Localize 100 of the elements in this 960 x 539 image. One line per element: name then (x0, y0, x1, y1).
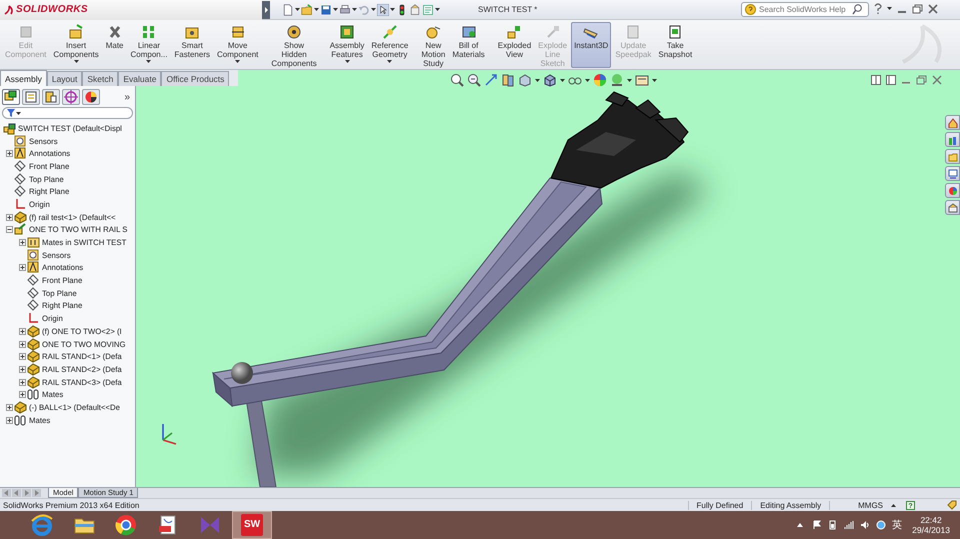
filter-field[interactable] (2, 107, 133, 119)
folder-icon (948, 152, 958, 162)
zoom-area-icon[interactable] (467, 73, 481, 87)
split-view-icon[interactable] (871, 75, 881, 85)
ribbon-button[interactable]: Linear Compon... (128, 22, 170, 68)
search-icon[interactable] (852, 4, 862, 15)
restore-icon[interactable] (916, 75, 927, 85)
open-folder-icon[interactable] (301, 4, 313, 16)
command-tab[interactable]: Evaluate (118, 71, 162, 86)
expand-icon[interactable] (19, 353, 26, 360)
ribbon-button[interactable]: Move Component (214, 22, 262, 68)
caret-icon[interactable] (390, 8, 395, 11)
expand-icon[interactable] (19, 340, 26, 348)
caret-icon[interactable] (387, 60, 392, 63)
expand-panel-button[interactable]: » (122, 92, 132, 102)
clock-time[interactable]: 22:42 (920, 515, 942, 525)
status-text: Editing Assembly (751, 500, 830, 510)
expand-icon[interactable] (19, 391, 26, 398)
caret-icon[interactable] (627, 78, 632, 82)
caret-icon[interactable] (887, 7, 892, 10)
caret-icon[interactable] (333, 8, 338, 11)
caret-icon[interactable] (74, 60, 79, 63)
command-tab[interactable]: Office Products (161, 71, 230, 86)
expand-icon[interactable] (6, 214, 13, 221)
expand-icon[interactable] (19, 378, 26, 386)
signal-icon[interactable] (844, 520, 854, 530)
document-title: SWITCH TEST * (478, 5, 538, 14)
expand-icon[interactable] (6, 416, 13, 424)
select-arrow-icon[interactable] (377, 4, 389, 16)
tool-icon (286, 24, 302, 40)
save-icon[interactable] (320, 4, 332, 16)
zoom-to-fit-icon[interactable] (450, 73, 464, 87)
close-icon[interactable] (928, 4, 938, 14)
ribbon-button[interactable]: Mate (102, 22, 127, 68)
restore-icon[interactable] (912, 4, 923, 14)
section-view-icon[interactable] (501, 73, 515, 87)
caret-icon[interactable] (652, 78, 657, 82)
ribbon-button[interactable]: Show Hidden Components (268, 22, 320, 68)
help-icon[interactable] (874, 3, 882, 14)
units-selector[interactable]: MMGS (829, 500, 891, 510)
tool-icon (506, 24, 522, 40)
task-pane-tab[interactable] (945, 115, 960, 130)
taskbar-app[interactable]: SW (232, 511, 272, 539)
ribbon-button[interactable]: New Motion Study (418, 22, 448, 68)
part-icon (27, 324, 40, 338)
caret-icon[interactable] (435, 8, 440, 11)
display-style-icon[interactable] (543, 73, 557, 87)
ribbon-button[interactable]: Bill of Materials (449, 22, 488, 68)
part-icon (14, 210, 27, 224)
caret-icon[interactable] (371, 8, 376, 11)
caret-icon[interactable] (146, 60, 152, 63)
expand-icon[interactable] (19, 328, 26, 335)
paperclip-icon (27, 388, 40, 402)
part-icon (14, 400, 27, 414)
expand-icon[interactable] (19, 264, 26, 272)
part-icon (27, 338, 40, 351)
expand-icon[interactable] (6, 404, 13, 411)
task-pane-tab[interactable] (945, 183, 960, 198)
task-pane-tab[interactable] (945, 200, 960, 215)
split-view-icon[interactable] (886, 75, 896, 85)
clock-date[interactable]: 29/4/2013 (912, 525, 950, 535)
caret-icon[interactable] (535, 78, 540, 82)
caret-icon[interactable] (16, 112, 21, 114)
ribbon-button[interactable]: Take Snapshot (655, 22, 696, 68)
input-method-indicator[interactable]: 英 (892, 518, 902, 532)
view-orientation-icon[interactable] (518, 73, 532, 87)
caret-icon[interactable] (560, 78, 565, 82)
flag-icon[interactable] (812, 520, 822, 530)
expand-icon[interactable] (19, 366, 26, 373)
ribbon-button[interactable]: Smart Fasteners (171, 22, 213, 68)
caret-icon[interactable] (295, 8, 300, 11)
collapse-icon[interactable] (6, 226, 13, 234)
command-tab[interactable]: Layout (46, 71, 82, 86)
caret-icon[interactable] (891, 504, 896, 506)
ribbon-button[interactable]: Insert Components (50, 22, 102, 68)
caret-icon[interactable] (235, 60, 240, 63)
command-tab[interactable]: Assembly (0, 70, 47, 86)
command-tab[interactable]: Sketch (82, 71, 118, 86)
caret-icon[interactable] (585, 78, 590, 82)
task-pane-tab[interactable] (945, 166, 960, 181)
ribbon-button[interactable]: Reference Geometry (368, 22, 412, 68)
ribbon-button[interactable]: Instant3D (571, 22, 612, 68)
new-document-icon[interactable] (282, 4, 294, 16)
task-pane-tab[interactable] (945, 132, 960, 147)
annotation-icon (14, 147, 27, 160)
caret-icon[interactable] (314, 8, 319, 11)
printer-icon[interactable] (339, 4, 351, 16)
caret-icon[interactable] (344, 60, 350, 63)
close-icon[interactable] (932, 75, 942, 85)
previous-view-icon[interactable] (484, 73, 498, 87)
caret-icon[interactable] (352, 8, 357, 11)
expand-icon[interactable] (6, 150, 13, 158)
battery-icon[interactable] (828, 520, 838, 530)
search-field[interactable]: Search SolidWorks Help (741, 2, 869, 17)
ribbon-button[interactable]: Assembly Features (326, 22, 368, 68)
ribbon-button[interactable]: Exploded View (494, 22, 534, 68)
expand-icon[interactable] (19, 239, 26, 246)
help-bubble-icon (745, 4, 756, 15)
view-settings-icon[interactable] (635, 73, 649, 87)
speaker-icon[interactable] (860, 520, 870, 530)
